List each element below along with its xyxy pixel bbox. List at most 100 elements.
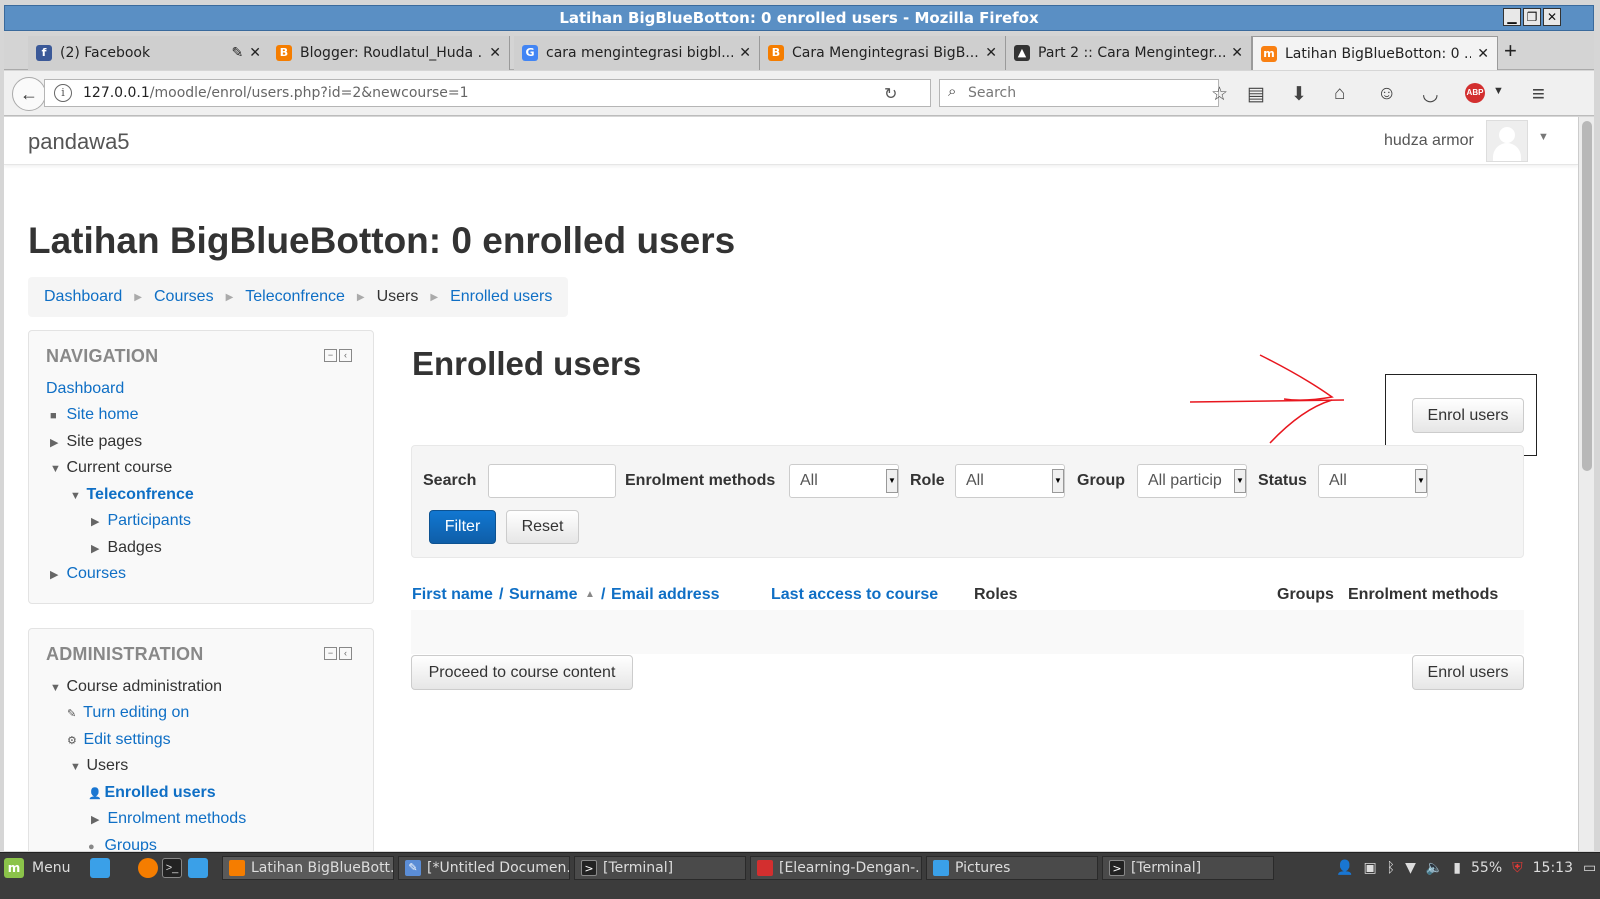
- nav-badges[interactable]: Badges: [107, 539, 161, 556]
- collapsed-arrow-icon[interactable]: ▶: [91, 813, 103, 826]
- expanded-arrow-icon[interactable]: ▼: [50, 682, 62, 694]
- collapsed-arrow-icon[interactable]: ▶: [91, 542, 103, 555]
- admin-turn-editing-on[interactable]: Turn editing on: [83, 704, 189, 721]
- close-tab-icon[interactable]: ✕: [489, 45, 501, 61]
- scrollbar[interactable]: [1578, 117, 1594, 851]
- dock-icon[interactable]: ‹: [339, 349, 352, 362]
- sort-firstname-link[interactable]: First name: [412, 586, 493, 604]
- browser-tab[interactable]: B Cara Mengintegrasi BigB... ✕: [760, 36, 1006, 70]
- browser-tab[interactable]: f (2) Facebook ✎ ✕: [28, 36, 270, 70]
- admin-edit-settings[interactable]: Edit settings: [83, 731, 170, 748]
- clock[interactable]: 15:13: [1533, 860, 1573, 876]
- nav-site-pages[interactable]: Site pages: [66, 433, 142, 450]
- taskbar-window-firefox[interactable]: Latihan BigBlueBott...: [222, 856, 394, 880]
- browser-tab[interactable]: m Latihan BigBlueBotton: 0 ... ✕: [1252, 36, 1498, 70]
- user-icon[interactable]: 👤: [1336, 860, 1353, 876]
- maximize-icon[interactable]: ❐: [1523, 8, 1541, 26]
- admin-users[interactable]: Users: [86, 757, 128, 774]
- collapse-icon[interactable]: −: [324, 349, 337, 362]
- mute-tab-icon[interactable]: ✎: [232, 45, 244, 61]
- close-tab-icon[interactable]: ✕: [1231, 45, 1243, 61]
- reset-button[interactable]: Reset: [506, 510, 579, 544]
- bookmark-star-icon[interactable]: ☆: [1211, 83, 1228, 106]
- collapsed-arrow-icon[interactable]: ▶: [91, 515, 103, 528]
- nav-courses[interactable]: Courses: [66, 565, 126, 582]
- expanded-arrow-icon[interactable]: ▼: [50, 463, 62, 475]
- reading-list-icon[interactable]: ▤: [1247, 83, 1265, 106]
- taskbar-window-terminal[interactable]: > [Terminal]: [574, 856, 746, 880]
- battery-icon[interactable]: ▮: [1453, 860, 1461, 876]
- reload-icon[interactable]: ↻: [884, 84, 897, 104]
- adblock-dropdown-icon[interactable]: ▼: [1493, 85, 1504, 97]
- filter-button[interactable]: Filter: [429, 510, 496, 544]
- nav-dashboard[interactable]: Dashboard: [46, 380, 124, 398]
- search-input[interactable]: Search: [939, 79, 1219, 107]
- status-select[interactable]: All ▼: [1318, 464, 1428, 498]
- minimize-icon[interactable]: ▁: [1503, 8, 1521, 26]
- user-name[interactable]: hudza armor: [1384, 132, 1474, 150]
- taskbar-window-pictures[interactable]: Pictures: [926, 856, 1098, 880]
- url-bar[interactable]: 127.0.0.1/moodle/enrol/users.php?id=2&ne…: [44, 79, 931, 107]
- taskbar-window-document[interactable]: ✎ [*Untitled Documen...: [398, 856, 570, 880]
- volume-icon[interactable]: 🔈: [1426, 860, 1443, 876]
- nav-site-home[interactable]: Site home: [66, 406, 138, 423]
- breadcrumb-teleconfrence[interactable]: Teleconfrence: [245, 288, 345, 306]
- enrol-users-bottom-button[interactable]: Enrol users: [1412, 655, 1524, 690]
- site-info-icon[interactable]: i: [54, 84, 72, 102]
- files-launcher-icon[interactable]: [188, 858, 208, 878]
- taskbar-window-pdf[interactable]: [Elearning-Dengan-...: [750, 856, 922, 880]
- dock-icon[interactable]: ‹: [339, 647, 352, 660]
- admin-enrolled-users[interactable]: Enrolled users: [104, 784, 215, 801]
- bluetooth-icon[interactable]: ᛒ: [1387, 860, 1395, 876]
- taskbar-window-terminal-2[interactable]: > [Terminal]: [1102, 856, 1274, 880]
- collapsed-arrow-icon[interactable]: ▶: [50, 436, 62, 449]
- browser-tab[interactable]: Gcara mengintegrasi bigbl... ✕: [514, 36, 760, 70]
- notifications-icon[interactable]: ▭: [1583, 860, 1596, 876]
- sort-last-access-link[interactable]: Last access to course: [771, 586, 938, 604]
- close-tab-icon[interactable]: ✕: [249, 45, 261, 61]
- chat-icon[interactable]: ☺: [1377, 83, 1396, 105]
- terminal-launcher-icon[interactable]: >_: [162, 858, 182, 878]
- nav-teleconfrence[interactable]: Teleconfrence: [86, 486, 193, 503]
- collapsed-arrow-icon[interactable]: ▶: [50, 568, 62, 581]
- sort-surname-link[interactable]: Surname: [509, 586, 577, 604]
- sort-email-link[interactable]: Email address: [611, 586, 720, 604]
- show-desktop-icon[interactable]: [90, 858, 110, 878]
- admin-groups[interactable]: Groups: [104, 837, 156, 851]
- breadcrumb-courses[interactable]: Courses: [154, 288, 214, 306]
- proceed-to-course-button[interactable]: Proceed to course content: [411, 655, 633, 690]
- collapse-icon[interactable]: −: [324, 647, 337, 660]
- expanded-arrow-icon[interactable]: ▼: [70, 490, 82, 502]
- start-menu-button[interactable]: m Menu: [4, 856, 70, 880]
- nav-current-course[interactable]: Current course: [66, 459, 172, 476]
- close-window-icon[interactable]: ✕: [1543, 8, 1561, 26]
- avatar[interactable]: [1486, 120, 1528, 162]
- close-tab-icon[interactable]: ✕: [985, 45, 997, 61]
- firefox-launcher-icon[interactable]: [138, 858, 158, 878]
- pocket-icon[interactable]: ◡: [1422, 83, 1439, 106]
- admin-course-administration[interactable]: Course administration: [66, 678, 222, 695]
- admin-enrolment-methods[interactable]: Enrolment methods: [107, 810, 246, 827]
- home-icon[interactable]: ⌂: [1334, 83, 1345, 105]
- close-tab-icon[interactable]: ✕: [1477, 46, 1489, 62]
- breadcrumb-enrolled-users[interactable]: Enrolled users: [450, 288, 552, 306]
- scrollbar-thumb[interactable]: [1582, 121, 1592, 471]
- search-field[interactable]: [488, 464, 616, 498]
- nav-participants[interactable]: Participants: [107, 512, 191, 529]
- hamburger-menu-icon[interactable]: ≡: [1532, 81, 1545, 107]
- wifi-icon[interactable]: ▼: [1405, 860, 1416, 876]
- new-tab-icon[interactable]: +: [1504, 38, 1517, 64]
- expanded-arrow-icon[interactable]: ▼: [70, 761, 82, 773]
- browser-tab[interactable]: ▲ Part 2 :: Cara Mengintegr... ✕: [1006, 36, 1252, 70]
- enrolment-methods-select[interactable]: All ▼: [789, 464, 899, 498]
- browser-tab[interactable]: B Blogger: Roudlatul_Huda ... ✕: [268, 36, 510, 70]
- network-manager-icon[interactable]: ▣: [1363, 860, 1376, 876]
- breadcrumb-dashboard[interactable]: Dashboard: [44, 288, 122, 306]
- shield-icon[interactable]: ⛨: [1512, 860, 1523, 876]
- user-menu-caret-icon[interactable]: ▼: [1538, 131, 1549, 143]
- site-name[interactable]: pandawa5: [28, 129, 130, 155]
- enrol-users-button[interactable]: Enrol users: [1412, 398, 1524, 433]
- group-select[interactable]: All particip ▼: [1137, 464, 1247, 498]
- adblock-icon[interactable]: ABP: [1465, 83, 1485, 103]
- close-tab-icon[interactable]: ✕: [739, 45, 751, 61]
